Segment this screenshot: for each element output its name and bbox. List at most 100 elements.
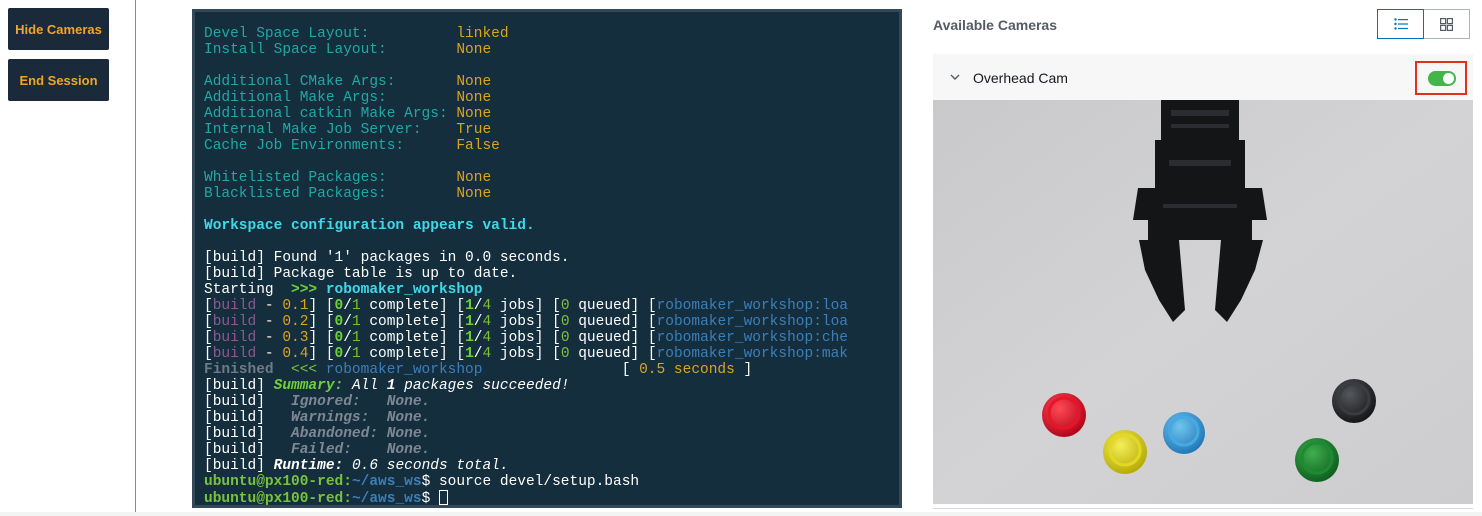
config-label: Additional CMake Args: [204, 74, 457, 90]
progress-complete: complete [369, 346, 439, 362]
starting-arrow: >>> [291, 282, 326, 298]
stat-label: Abandoned: [291, 426, 387, 442]
stat-line: [build] Warnings: None. [204, 410, 890, 426]
progress-time: 0.2 [282, 314, 309, 330]
terminal-punctuation: ] [743, 362, 753, 378]
terminal-punctuation: ] [ [308, 314, 335, 330]
toggle-knob [1443, 73, 1454, 84]
config-value: linked [456, 26, 509, 42]
runtime-prefix: [build] [204, 458, 274, 474]
terminal[interactable]: Devel Space Layout: linked Install Space … [192, 9, 902, 508]
finished-line: Finished <<< robomaker_workshop [ 0.5 se… [204, 362, 890, 378]
table-message: [build] Package table is up to date. [204, 266, 518, 282]
stat-line: [build] Abandoned: None. [204, 426, 890, 442]
camera-panel: Available Cameras Overhead Cam [933, 0, 1473, 516]
terminal-punctuation: / [343, 346, 352, 362]
jobs-total: 4 [482, 298, 492, 314]
prompt-command: source devel/setup.bash [438, 474, 640, 490]
progress-build: build [212, 330, 257, 346]
camera-item-header[interactable]: Overhead Cam [933, 54, 1473, 100]
starting-line: Starting >>> robomaker_workshop [204, 282, 890, 298]
summary-text: All [343, 378, 387, 394]
terminal-punctuation [491, 314, 500, 330]
terminal-punctuation [570, 314, 579, 330]
progress-package: robomaker_workshop [656, 330, 814, 346]
stat-label: Failed: [291, 442, 387, 458]
stat-label: Warnings: [291, 410, 387, 426]
config-line: Install Space Layout: None [204, 42, 890, 58]
summary-line: [build] Summary: All 1 packages succeede… [204, 378, 890, 394]
chevron-down-icon[interactable] [948, 70, 962, 84]
grid-view-button[interactable] [1423, 9, 1470, 39]
valid-message: Workspace configuration appears valid. [204, 218, 535, 234]
runtime-text: 0.6 seconds total. [343, 458, 509, 474]
summary-prefix: [build] [204, 378, 274, 394]
prompt-path: ~/aws_ws [351, 491, 422, 506]
stat-value: None. [386, 426, 431, 442]
terminal-punctuation: / [343, 314, 352, 330]
progress-stage: loa [821, 314, 849, 330]
starting-package: robomaker_workshop [325, 282, 483, 298]
config-value: None [456, 106, 492, 122]
camera-feed [933, 100, 1473, 504]
config-value: None [456, 170, 492, 186]
terminal-punctuation: - [256, 314, 283, 330]
config-value: None [456, 74, 492, 90]
summary-label: Summary: [273, 378, 344, 394]
terminal-punctuation: / [473, 298, 483, 314]
terminal-punctuation: [ [204, 298, 213, 314]
terminal-punctuation: [build] [204, 394, 292, 410]
stat-label: Ignored: [291, 394, 387, 410]
progress-total: 1 [351, 330, 361, 346]
terminal-punctuation: ] [ [534, 330, 561, 346]
terminal-punctuation: / [343, 330, 352, 346]
overhead-camera-image [933, 100, 1473, 504]
terminal-punctuation: - [256, 298, 283, 314]
progress-package: robomaker_workshop [656, 314, 814, 330]
stat-line: [build] Failed: None. [204, 442, 890, 458]
config-line [204, 154, 890, 170]
list-view-button[interactable] [1377, 9, 1424, 39]
progress-line: [build - 0.4] [0/1 complete] [1/4 jobs] … [204, 346, 890, 362]
config-value: None [456, 90, 492, 106]
camera-enabled-toggle[interactable] [1428, 71, 1456, 86]
grid-icon [1440, 17, 1453, 31]
terminal-punctuation: ] [ [630, 314, 657, 330]
page-footer-strip [0, 512, 1482, 516]
progress-stage: che [821, 330, 849, 346]
progress-line: [build - 0.3] [0/1 complete] [1/4 jobs] … [204, 330, 890, 346]
terminal-punctuation: - [256, 330, 283, 346]
end-session-button[interactable]: End Session [8, 59, 109, 101]
progress-build: build [212, 314, 257, 330]
found-line: [build] Found '1' packages in 0.0 second… [204, 250, 890, 266]
found-message: [build] Found '1' packages in 0.0 second… [204, 250, 570, 266]
terminal-punctuation: ] [ [534, 298, 561, 314]
terminal-punctuation: [ [204, 314, 213, 330]
config-line: Whitelisted Packages: None [204, 170, 890, 186]
terminal-punctuation: ] [ [438, 346, 466, 362]
queued-count: 0 [560, 314, 570, 330]
terminal-punctuation: [build] [204, 426, 292, 442]
queued-count: 0 [560, 298, 570, 314]
terminal-punctuation: ] [ [308, 346, 335, 362]
jobs-used: 1 [465, 314, 474, 330]
config-label: Devel Space Layout: [204, 26, 457, 42]
progress-done: 0 [334, 298, 344, 314]
terminal-punctuation [491, 330, 500, 346]
hide-cameras-button[interactable]: Hide Cameras [8, 8, 109, 50]
config-line: Internal Make Job Server: True [204, 122, 890, 138]
jobs-total: 4 [482, 346, 492, 362]
prompt-symbol: $ [421, 474, 439, 490]
terminal-punctuation: / [473, 346, 483, 362]
terminal-punctuation: / [473, 314, 483, 330]
terminal-punctuation: ] [ [534, 346, 561, 362]
terminal-punctuation: [ [204, 346, 213, 362]
progress-package: robomaker_workshop [656, 298, 814, 314]
jobs-used: 1 [465, 346, 474, 362]
prompt-line: ubuntu@px100-red:~/aws_ws$ source devel/… [204, 474, 890, 490]
jobs-total: 4 [482, 314, 492, 330]
terminal-punctuation: - [256, 346, 283, 362]
config-label: Additional catkin Make Args: [204, 106, 457, 122]
progress-stage: mak [821, 346, 849, 362]
